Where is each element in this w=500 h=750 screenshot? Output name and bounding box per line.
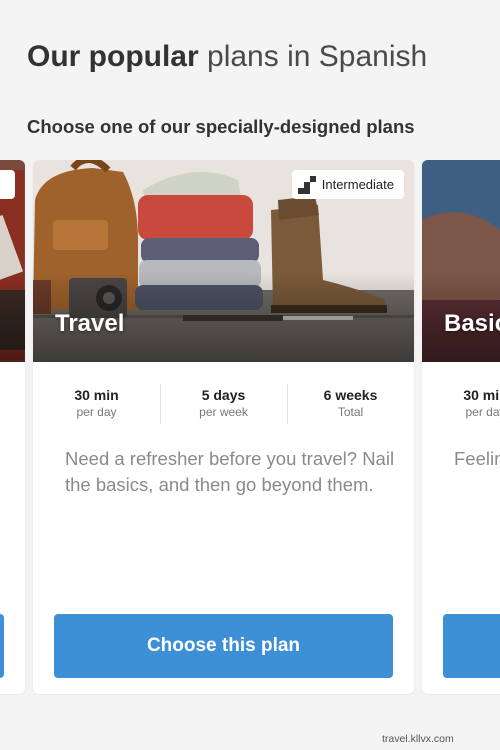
stat-value: 6 weeks [323, 387, 378, 403]
level-bars-icon [297, 175, 316, 194]
page-title-bold: Our popular [27, 40, 199, 73]
watermark: travel.kllvx.com [382, 733, 454, 745]
choose-plan-button-next[interactable] [443, 614, 500, 678]
plan-stats: 30 min per day 5 days per week 6 weeks T… [33, 382, 414, 426]
stat-unit: per day [76, 405, 117, 419]
section-subtitle: Choose one of our specially-designed pla… [27, 116, 415, 137]
plan-card-image-basic: Basic [422, 160, 500, 362]
level-label: Intermediate [321, 177, 394, 192]
plan-description: Feeling ... and w... your ... [454, 448, 500, 469]
stat-per-day: 30 min per day [33, 382, 160, 426]
stat-value: 30 min [74, 387, 119, 403]
stat-unit: Total [337, 405, 364, 419]
stat-total: 6 weeks Total [287, 382, 414, 426]
choose-plan-button[interactable]: Choose this plan [54, 614, 393, 678]
choose-plan-button-previous[interactable] [0, 614, 4, 678]
plan-description: Need a refresher before you travel? Nail… [65, 448, 395, 495]
stat-value: 5 days [201, 387, 246, 403]
plan-name: Travel [55, 310, 125, 337]
stat-per-day: 30 min per day [422, 382, 500, 426]
plan-stats: 30 min per day [422, 382, 500, 426]
level-badge [0, 170, 15, 199]
plans-carousel[interactable]: Travel Intermediate 30 min per day 5 day… [0, 160, 500, 695]
stat-per-week: 5 days per week [160, 382, 287, 426]
plan-card-basic[interactable]: Basic 30 min per day Feeling ... and w..… [422, 160, 500, 694]
stat-value: 30 min [463, 387, 500, 403]
level-badge: Intermediate [291, 170, 404, 199]
stat-unit: per week [199, 405, 248, 419]
plan-card-previous[interactable] [0, 160, 25, 694]
page-title: Our popular plans in Spanish [27, 40, 427, 74]
plan-name: Basic [444, 310, 500, 337]
stat-unit: per day [465, 405, 500, 419]
page-title-rest: plans in Spanish [207, 40, 428, 73]
plan-card-travel[interactable]: Travel Intermediate 30 min per day 5 day… [33, 160, 414, 694]
